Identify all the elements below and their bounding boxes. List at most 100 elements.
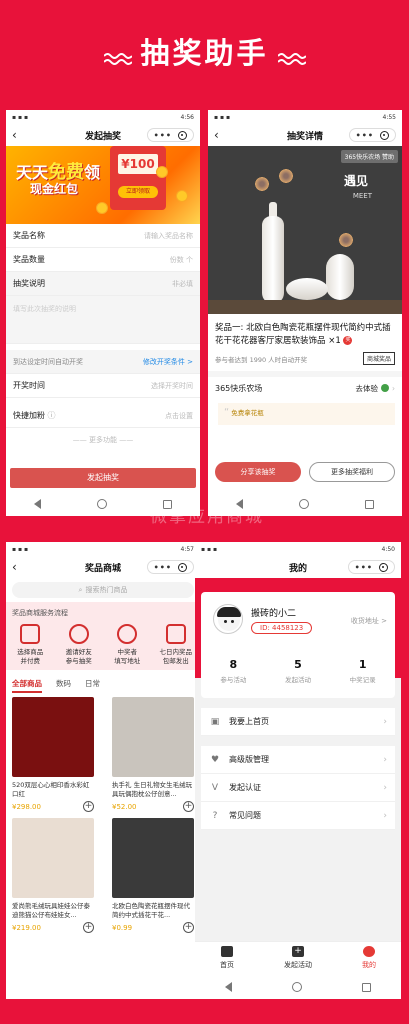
quick-fan-field[interactable]: 快捷加粉 ⓘ 点击设置 xyxy=(6,404,200,428)
prize-badge: 奖 xyxy=(343,336,353,345)
search-input[interactable]: ⌕ 搜索热门商品 xyxy=(12,582,194,598)
goods-price: ¥219.00 xyxy=(12,923,41,932)
open-time-field[interactable]: 开奖时间 选择开奖时间 xyxy=(6,374,200,398)
more-lottery-button[interactable]: 更多抽奖福利 xyxy=(309,462,395,482)
sponsor-row[interactable]: 365快乐农场 去体验 › xyxy=(208,371,402,399)
menu-item-faq[interactable]: ? 常见问题 › xyxy=(201,802,395,830)
prize-name-field[interactable]: 奖品名称 请输入奖品名称 xyxy=(6,224,200,248)
miniprogram-capsule[interactable]: ••• xyxy=(348,128,396,142)
red-packet-banner[interactable]: 天天免费领 现金红包 ¥100 立即领取 xyxy=(6,146,200,224)
goods-card[interactable]: 执手礼 生日礼物女生毛绒玩具玩偶抱枕公仔创意... ¥52.00 + xyxy=(112,697,194,812)
tab-home[interactable]: 首页 xyxy=(220,942,234,975)
screen-create-lottery: ▪ ▪ ▪ 4:56 ‹ 发起抽奖 ••• 天天免费领 现金红包 ¥100 立即领… xyxy=(6,110,200,516)
lottery-desc-field[interactable]: 抽奖说明 非必填 xyxy=(6,272,200,296)
back-icon[interactable]: ‹ xyxy=(214,128,228,142)
status-icons: ▪ ▪ ▪ xyxy=(12,545,29,553)
system-home-icon[interactable] xyxy=(97,499,107,509)
system-recents-icon[interactable] xyxy=(365,499,374,509)
red-envelope-icon: ¥100 立即领取 xyxy=(110,146,166,210)
goods-image[interactable] xyxy=(112,697,194,777)
back-icon[interactable]: ‹ xyxy=(12,128,26,142)
tab-digital[interactable]: 数码 xyxy=(56,678,71,693)
go-experience[interactable]: 去体验 › xyxy=(356,383,396,394)
field-placeholder[interactable]: 选择开奖时间 xyxy=(151,381,193,391)
table-shape xyxy=(208,300,402,314)
menu-group-1: ▣ 我要上首页 › xyxy=(201,708,395,736)
info-icon[interactable]: ⓘ xyxy=(48,411,56,420)
tab-mine[interactable]: 我的 xyxy=(362,942,376,975)
hero-banner: 抽奖助手 xyxy=(0,0,409,95)
miniprogram-capsule[interactable]: ••• xyxy=(347,560,395,574)
tab-launch[interactable]: + 发起活动 xyxy=(284,942,312,975)
more-icon[interactable]: ••• xyxy=(154,563,172,572)
service-flow: 奖品商城服务流程 选择商品 并付费 邀请好友 参与抽奖 中奖者 填写地址 七日内奖品包… xyxy=(6,602,200,670)
bag-icon xyxy=(20,624,41,644)
goods-card[interactable]: 520双层心心相印香水彩虹口红 ¥298.00 + xyxy=(12,697,94,812)
stat-joined[interactable]: 8 参与活动 xyxy=(220,658,246,684)
close-miniprogram-icon[interactable] xyxy=(178,130,187,140)
system-back-icon[interactable] xyxy=(34,499,41,509)
tab-daily[interactable]: 日常 xyxy=(85,678,100,693)
field-placeholder[interactable]: 请输入奖品名称 xyxy=(144,231,193,241)
goods-footer: ¥52.00 + xyxy=(112,801,194,812)
shipping-address-link[interactable]: 收货地址 > xyxy=(351,616,387,626)
menu-item-verify[interactable]: V 发起认证 › xyxy=(201,774,395,802)
add-icon[interactable]: + xyxy=(183,801,194,812)
tab-all-goods[interactable]: 全部商品 xyxy=(12,678,42,693)
system-nav-bar xyxy=(195,975,401,999)
system-home-icon[interactable] xyxy=(299,499,309,509)
envelope-cta[interactable]: 立即领取 xyxy=(118,186,158,198)
goods-footer: ¥219.00 + xyxy=(12,922,94,933)
goods-card[interactable]: 爱尚熊毛绒玩具娃娃公仔泰迪熊猫公仔布娃娃女... ¥219.00 + xyxy=(12,818,94,933)
close-miniprogram-icon[interactable] xyxy=(380,130,389,140)
more-functions[interactable]: —— 更多功能 —— xyxy=(6,428,200,452)
add-icon[interactable]: + xyxy=(183,922,194,933)
share-lottery-button[interactable]: 分享该抽奖 xyxy=(215,462,301,482)
close-miniprogram-icon[interactable] xyxy=(178,562,187,572)
search-icon: ⌕ xyxy=(78,585,83,594)
hero-title: 抽奖助手 xyxy=(140,36,269,70)
miniprogram-capsule[interactable]: ••• xyxy=(146,128,194,142)
goods-image[interactable] xyxy=(112,818,194,898)
prize-qty-field[interactable]: 奖品数量 份数 个 xyxy=(6,248,200,272)
menu-item-premium[interactable]: ♥ 高级版管理 › xyxy=(201,746,395,774)
system-back-icon[interactable] xyxy=(225,982,232,992)
dried-flower-icon xyxy=(254,176,270,192)
system-recents-icon[interactable] xyxy=(362,982,371,992)
more-icon[interactable]: ••• xyxy=(355,563,373,572)
avatar[interactable] xyxy=(213,604,243,634)
stat-launched[interactable]: 5 发起活动 xyxy=(285,658,311,684)
stat-number: 8 xyxy=(229,658,238,671)
field-placeholder[interactable]: 点击设置 xyxy=(165,411,193,421)
goods-price: ¥0.99 xyxy=(112,923,133,932)
goods-card[interactable]: 北欧白色陶瓷花瓶摆件现代简约中式插花干花... ¥0.99 + xyxy=(112,818,194,933)
goods-image[interactable] xyxy=(12,697,94,777)
right-wave-decor xyxy=(278,53,306,65)
miniprogram-capsule[interactable]: ••• xyxy=(146,560,194,574)
more-icon[interactable]: ••• xyxy=(356,131,374,140)
system-home-icon[interactable] xyxy=(292,982,302,992)
submit-lottery-button[interactable]: 发起抽奖 xyxy=(10,468,196,488)
desc-textarea[interactable]: 填写此次抽奖的说明 xyxy=(6,296,200,344)
more-icon[interactable]: ••• xyxy=(154,131,172,140)
quote-text: 免费拿花瓶 xyxy=(231,409,264,417)
field-placeholder[interactable]: 份数 个 xyxy=(170,255,193,265)
close-miniprogram-icon[interactable] xyxy=(379,562,388,572)
wechat-icon xyxy=(381,384,389,392)
prize-image[interactable]: 365快乐农场 赞助 遇见 MEET xyxy=(208,146,402,314)
screen-lottery-detail: ▪ ▪ ▪ 4:55 ‹ 抽奖详情 ••• 365快乐农场 赞助 遇见 MEET … xyxy=(208,110,402,516)
open-condition-text: 参与者达到 1990 人时自动开奖 xyxy=(215,355,308,364)
status-bar: ▪ ▪ ▪ 4:55 xyxy=(208,110,402,124)
stat-won[interactable]: 1 中奖记录 xyxy=(350,658,376,684)
menu-item-homepage[interactable]: ▣ 我要上首页 › xyxy=(201,708,395,736)
bookmark-icon: ▣ xyxy=(210,716,220,727)
goods-image[interactable] xyxy=(12,818,94,898)
field-label-wrap: 快捷加粉 ⓘ xyxy=(13,410,56,421)
modify-condition-link[interactable]: 修改开奖条件 > xyxy=(143,357,193,367)
add-icon[interactable]: + xyxy=(83,922,94,933)
chevron-right-icon: › xyxy=(392,383,395,393)
add-icon[interactable]: + xyxy=(83,801,94,812)
username: 搬砖的小二 xyxy=(251,609,297,619)
back-icon[interactable]: ‹ xyxy=(12,560,26,574)
coin-icon xyxy=(96,202,108,214)
